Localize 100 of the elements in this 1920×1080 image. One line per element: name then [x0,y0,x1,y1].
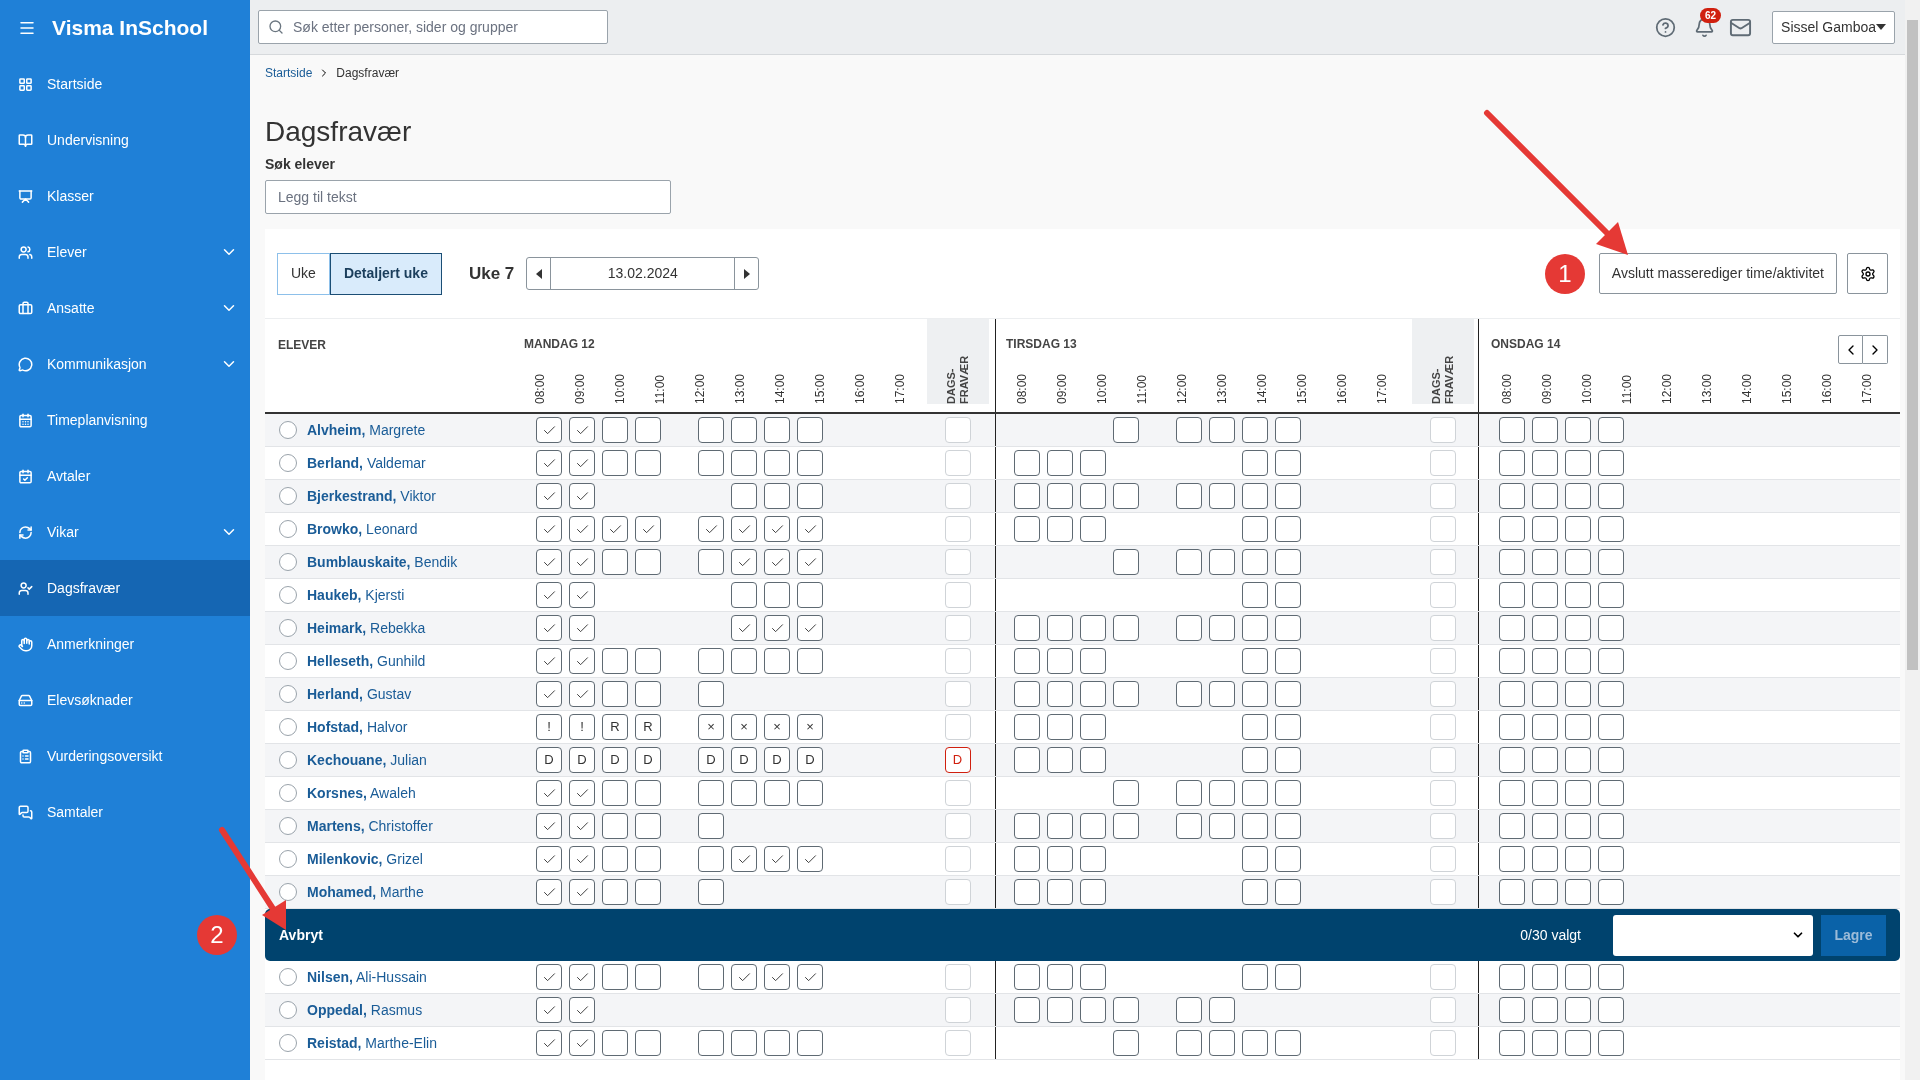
lesson-checkbox[interactable] [1565,417,1591,443]
sidebar-item[interactable]: Samtaler [0,784,250,840]
lesson-checkbox[interactable] [1499,747,1525,773]
lesson-checkbox[interactable] [1176,417,1202,443]
lesson-checkbox[interactable] [731,648,757,674]
lesson-checkbox[interactable] [1047,450,1073,476]
lesson-mark[interactable]: D [731,747,757,773]
lesson-checkbox[interactable] [1209,997,1235,1023]
lesson-checkbox[interactable] [1047,516,1073,542]
view-tab[interactable]: Detaljert uke [329,252,442,295]
lesson-checkbox[interactable] [731,615,757,641]
lesson-checkbox[interactable] [698,1030,724,1056]
lesson-checkbox[interactable] [1275,813,1301,839]
lesson-checkbox[interactable] [569,813,595,839]
lesson-checkbox[interactable] [536,879,562,905]
row-select-checkbox[interactable] [279,817,297,835]
sidebar-item[interactable]: Timeplanvisning [0,392,250,448]
lesson-checkbox[interactable] [731,417,757,443]
lesson-checkbox[interactable] [1499,714,1525,740]
day-absence-checkbox[interactable] [1430,549,1456,575]
lesson-checkbox[interactable] [764,483,790,509]
lesson-checkbox[interactable] [1565,879,1591,905]
lesson-checkbox[interactable] [1242,1030,1268,1056]
lesson-checkbox[interactable] [602,516,628,542]
sidebar-item[interactable]: Kommunikasjon [0,336,250,392]
lesson-checkbox[interactable] [1275,879,1301,905]
sidebar-item[interactable]: Elever [0,224,250,280]
lesson-checkbox[interactable] [797,516,823,542]
day-absence-checkbox[interactable] [944,549,971,575]
student-name-link[interactable]: Berland, Valdemar [307,452,426,474]
lesson-mark[interactable]: ! [536,714,562,740]
lesson-checkbox[interactable] [602,813,628,839]
lesson-checkbox[interactable] [1209,615,1235,641]
lesson-mark[interactable]: × [797,714,823,740]
lesson-checkbox[interactable] [1209,483,1235,509]
lesson-checkbox[interactable] [1499,483,1525,509]
lesson-checkbox[interactable] [764,417,790,443]
lesson-checkbox[interactable] [764,780,790,806]
row-select-checkbox[interactable] [279,652,297,670]
day-absence-checkbox[interactable] [1430,648,1456,674]
lesson-checkbox[interactable] [602,780,628,806]
lesson-checkbox[interactable] [1242,964,1268,990]
lesson-checkbox[interactable] [536,582,562,608]
lesson-checkbox[interactable] [635,846,661,872]
lesson-checkbox[interactable] [536,1030,562,1056]
lesson-checkbox[interactable] [536,780,562,806]
lesson-checkbox[interactable] [635,681,661,707]
lesson-checkbox[interactable] [698,846,724,872]
lesson-checkbox[interactable] [731,846,757,872]
lesson-checkbox[interactable] [569,780,595,806]
lesson-checkbox[interactable] [1047,813,1073,839]
lesson-checkbox[interactable] [1532,747,1558,773]
lesson-checkbox[interactable] [731,549,757,575]
lesson-checkbox[interactable] [698,813,724,839]
next-day-button[interactable] [1863,335,1888,364]
lesson-checkbox[interactable] [1014,516,1040,542]
student-name-link[interactable]: Haukeb, Kjersti [307,584,405,606]
lesson-checkbox[interactable] [1080,714,1106,740]
lesson-checkbox[interactable] [536,997,562,1023]
day-absence-checkbox[interactable] [944,714,971,740]
lesson-checkbox[interactable] [602,450,628,476]
lesson-checkbox[interactable] [1176,813,1202,839]
date-picker[interactable]: 13.02.2024 [526,257,760,290]
lesson-checkbox[interactable] [1209,780,1235,806]
lesson-checkbox[interactable] [1565,516,1591,542]
lesson-checkbox[interactable] [1242,846,1268,872]
lesson-checkbox[interactable] [1598,648,1624,674]
lesson-checkbox[interactable] [1565,813,1591,839]
day-absence-checkbox[interactable] [1430,747,1456,773]
lesson-checkbox[interactable] [1598,964,1624,990]
lesson-checkbox[interactable] [602,681,628,707]
lesson-checkbox[interactable] [1565,648,1591,674]
day-absence-checkbox[interactable] [944,813,971,839]
student-name-link[interactable]: Korsnes, Awaleh [307,782,416,804]
lesson-checkbox[interactable] [731,964,757,990]
lesson-checkbox[interactable] [1047,747,1073,773]
lesson-checkbox[interactable] [1532,879,1558,905]
lesson-checkbox[interactable] [698,648,724,674]
day-absence-checkbox[interactable] [944,997,971,1023]
lesson-checkbox[interactable] [1532,964,1558,990]
lesson-checkbox[interactable] [635,879,661,905]
lesson-checkbox[interactable] [1275,681,1301,707]
day-absence-checkbox[interactable] [1430,1030,1456,1056]
row-select-checkbox[interactable] [279,883,297,901]
lesson-checkbox[interactable] [1598,516,1624,542]
lesson-checkbox[interactable] [1113,417,1139,443]
lesson-checkbox[interactable] [1209,1030,1235,1056]
lesson-checkbox[interactable] [1532,813,1558,839]
sidebar-item[interactable]: Vikar [0,504,250,560]
lesson-checkbox[interactable] [1499,615,1525,641]
lesson-checkbox[interactable] [1242,879,1268,905]
lesson-checkbox[interactable] [1080,516,1106,542]
lesson-checkbox[interactable] [1014,747,1040,773]
lesson-checkbox[interactable] [1275,483,1301,509]
day-absence-checkbox[interactable] [1430,450,1456,476]
day-absence-checkbox[interactable] [944,879,971,905]
lesson-mark[interactable]: ! [569,714,595,740]
lesson-checkbox[interactable] [1532,1030,1558,1056]
lesson-checkbox[interactable] [1275,516,1301,542]
row-select-checkbox[interactable] [279,421,297,439]
